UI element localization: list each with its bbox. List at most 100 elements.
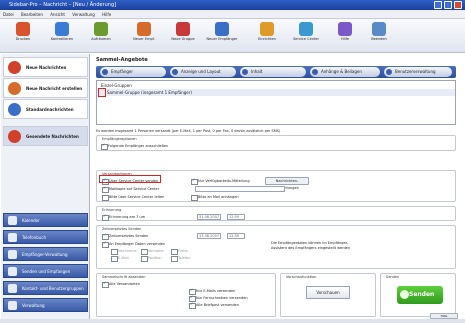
window-title: Sidebar-Pro – Nachricht – [Neu / Änderun… [9,2,117,8]
printer-icon [16,22,30,36]
sidebar-bottom-admin[interactable]: Verwaltung [3,298,88,312]
recipient-summary: Es werden insgesamt 1 Personen versandt … [96,129,281,133]
template-icon [8,103,21,116]
toolbar-clean-button[interactable]: Aufräumen [82,21,120,51]
toolbar-user-add-button[interactable]: Neuer Empfänger [203,21,241,51]
reminder-group: Erinnerung Erinnerung am 7 um 31.08.2007… [96,206,456,221]
user-add-icon [215,22,229,36]
delayed-time-field[interactable]: 12:59 [227,233,245,239]
sidebar-item-inbox[interactable]: Neue Nachrichten [3,57,88,77]
exit-icon [372,22,386,36]
reminder-time-field[interactable]: 12:59 [227,214,245,220]
menu-help[interactable]: Hilfe [99,10,114,19]
route-service-checkbox[interactable]: Bitte über Service Center leiten [102,194,164,201]
preview-button[interactable]: Vorschauen [306,286,350,299]
chip-phone-checkbox[interactable]: Telefon [171,255,190,262]
delayed-date-field[interactable]: 13.08.2007 [197,233,221,239]
highlight-marker [99,175,161,183]
sidebar-item-sent[interactable]: Gesendete Nachrichten [3,126,88,146]
send-data-checkbox[interactable]: An Empfänger Daten versenden [102,240,165,248]
page-title: Sammel-Angebote [96,57,148,63]
sidebar-bottom-groups[interactable]: Kontakt- und Benutzergruppen [3,281,88,295]
chip-firstname-checkbox[interactable]: Vorname [141,248,164,255]
chip-email-checkbox[interactable]: E-Mail [111,255,129,262]
sent-icon [8,130,21,143]
recipient-list[interactable]: Einzel-Gruppen Sammel-Gruppe (insgesamt … [96,80,456,125]
groups-icon [8,284,17,293]
send-out-group: Sammelschrift absenden Alle Versandarten… [96,273,276,317]
group-legend: Erinnerung [101,208,123,212]
reminder-date-field[interactable]: 31.08.2007 [197,214,221,220]
send-icon [400,290,409,299]
group-legend: Zeitversetztes Senden [101,227,143,231]
sendrecv-icon [8,267,17,276]
new-recipient-icon [137,22,151,36]
toolbar-settings-button[interactable]: Einrichten [248,21,286,51]
email-only-checkbox[interactable]: Nur E-Mails versenden [189,287,235,295]
maximize-button[interactable] [444,1,452,9]
send-button[interactable]: Senden [397,286,443,304]
chip-lastname-checkbox[interactable]: Nachname [111,248,137,255]
menu-admin[interactable]: Verwaltung [69,10,98,19]
toolbar: Drucken Kontrollieren Aufräumen Neuer Em… [0,19,465,53]
toolbar-service-button[interactable]: Service Center [287,21,325,51]
mail-copy-field[interactable] [195,186,285,192]
menu-file[interactable]: Datei [0,10,17,19]
recipient-data-note: Die Empfängerdaten können im Empfänger-A… [271,241,351,250]
mail-copy-checkbox[interactable]: Mailkopie auf Service Center [102,185,159,193]
compose-icon [8,82,21,95]
menu-bar: Datei Bearbeiten Ansicht Verwaltung Hilf… [0,10,465,19]
broom-icon [94,22,108,36]
sidebar-item-compose[interactable]: Neue Nachricht erstellen [3,78,88,98]
attach-mail-radio[interactable]: Bitte an Mail anhängen [191,194,239,201]
main-panel: Sammel-Angebote Empfänger Anzeige und La… [92,54,460,319]
tab-dot-icon [172,69,178,75]
group-legend: Senden [385,275,401,279]
fax-only-checkbox[interactable]: Nur Fernschreiben versenden [189,294,248,302]
reminder-checkbox[interactable]: Erinnerung am 7 um [102,213,145,221]
list-item[interactable]: Sammel-Gruppe (insgesamt 1 Empfänger) [97,89,455,96]
sidebar-bottom-recipients[interactable]: Empfänger-Verwaltung [3,247,88,261]
title-bar: Sidebar-Pro – Nachricht – [Neu / Änderun… [0,0,465,10]
menu-edit[interactable]: Bearbeiten [18,10,46,19]
message-settings-button[interactable]: Nachrichten-Einstellungen [265,177,309,190]
tab-dot-icon [386,69,392,75]
toolbar-print-button[interactable]: Drucken [4,21,42,51]
availability-checkbox[interactable]: Nur Verfügbarkeits-Mitteilung [191,177,250,185]
tab-recipients[interactable]: Empfänger [100,67,166,77]
exclude-recipients-checkbox[interactable]: Folgende Empfänger ausschließen [101,142,168,150]
sidebar-bottom-phonebook[interactable]: Telefonbuch [3,230,88,244]
post-only-checkbox[interactable]: Alle Briefpost versenden [189,301,239,309]
tab-attachments[interactable]: Anhänge & Beilagen [310,67,380,77]
toolbar-exit-button[interactable]: Beenden [360,21,398,51]
help-icon [338,22,352,36]
sidebar: Neue Nachrichten Neue Nachricht erstelle… [1,54,90,319]
service-icon [299,22,313,36]
tab-dot-icon [312,69,318,75]
tab-user-admin[interactable]: Benutzerverwaltung [384,67,452,77]
tab-layout[interactable]: Anzeige und Layout [170,67,236,77]
chip-company-checkbox[interactable]: Firma [171,248,188,255]
recipients-icon [8,250,17,259]
toolbar-new-group-button[interactable]: Neue Gruppe [164,21,202,51]
highlight-marker [98,88,106,97]
delayed-send-checkbox[interactable]: Zeitversetztes Senden [102,232,148,240]
help-corner-button[interactable]: Hilfe [430,313,458,319]
sidebar-bottom-calendar[interactable]: Kalender [3,213,88,227]
tab-content[interactable]: Inhalt [240,67,306,77]
group-legend: Empfängeroptionen [101,137,138,141]
toolbar-check-button[interactable]: Kontrollieren [43,21,81,51]
recipient-options-group: Empfängeroptionen Folgende Empfänger aus… [96,135,456,151]
menu-view[interactable]: Ansicht [47,10,68,19]
minimize-button[interactable] [434,1,442,9]
chip-position-checkbox[interactable]: Position [141,255,162,262]
sidebar-bottom-sendrecv[interactable]: Senden und Empfangen [3,264,88,278]
close-button[interactable] [454,1,462,9]
check-icon [55,22,69,36]
toolbar-help-button[interactable]: Hilfe [326,21,364,51]
settings-icon [260,22,274,36]
toolbar-new-recipient-button[interactable]: Neuer Empf. [125,21,163,51]
sidebar-item-templates[interactable]: Standardnachrichten [3,99,88,119]
tab-dot-icon [102,69,108,75]
all-methods-checkbox[interactable]: Alle Versandarten [102,280,140,288]
